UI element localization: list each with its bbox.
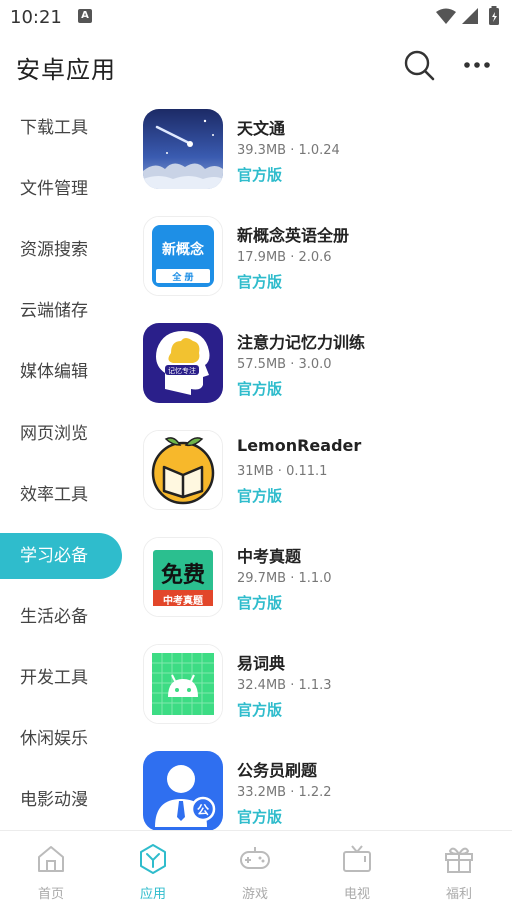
icon-label: 公: [196, 803, 209, 817]
app-item-zhongkao[interactable]: 免费 中考真题 中考真题 29.7MB · 1.1.0 官方版: [128, 524, 512, 624]
icon-label: 记忆专注: [168, 367, 196, 375]
app-name: 注意力记忆力训练: [237, 333, 366, 352]
tab-tv[interactable]: 电视: [306, 831, 408, 910]
icon-label: 新概念: [162, 242, 204, 258]
app-size-version: 31MB · 0.11.1: [237, 464, 328, 479]
official-badge: 官方版: [237, 701, 283, 719]
tab-label: 首页: [37, 887, 64, 902]
category-download-tools[interactable]: 下载工具: [0, 105, 122, 151]
tab-apps-selected[interactable]: 应用: [102, 831, 204, 910]
app-name: 易词典: [237, 654, 286, 673]
category-file-manager[interactable]: 文件管理: [0, 166, 122, 212]
category-resource-search[interactable]: 资源搜索: [0, 227, 122, 273]
category-productivity[interactable]: 效率工具: [0, 472, 122, 518]
official-badge: 官方版: [237, 594, 283, 612]
app-size-version: 33.2MB · 1.2.2: [237, 785, 332, 800]
tab-games[interactable]: 游戏: [204, 831, 306, 910]
app-item-tianwentong[interactable]: 天文通 39.3MB · 1.0.24 官方版: [128, 96, 512, 196]
category-life-essentials[interactable]: 生活必备: [0, 594, 122, 640]
free-exam-icon: 免费 中考真题: [143, 537, 223, 617]
icon-sublabel: 全 册: [172, 273, 194, 283]
official-badge: 官方版: [237, 273, 283, 291]
app-name: 中考真题: [237, 547, 302, 566]
android-grid-icon: [143, 644, 223, 724]
app-name: 新概念英语全册: [237, 226, 350, 245]
tab-label: 福利: [445, 887, 472, 902]
category-leisure[interactable]: 休闲娱乐: [0, 716, 122, 762]
app-name: LemonReader: [237, 436, 362, 455]
lemon-book-icon: [143, 430, 223, 510]
tab-label: 应用: [139, 887, 166, 902]
app-item-attention-memory[interactable]: 记忆专注 注意力记忆力训练 57.5MB · 3.0.0 官方版: [128, 310, 512, 410]
category-dev-tools[interactable]: 开发工具: [0, 655, 122, 701]
icon-sublabel: 中考真题: [163, 596, 203, 607]
signal-icon: [462, 8, 478, 24]
civil-servant-icon: 公: [143, 751, 223, 830]
app-size-version: 32.4MB · 1.1.3: [237, 678, 332, 693]
brain-head-icon: 记忆专注: [143, 323, 223, 403]
app-item-civil-servant[interactable]: 公 公务员刷题 33.2MB · 1.2.2 官方版: [128, 738, 512, 830]
app-item-lemonreader[interactable]: LemonReader 31MB · 0.11.1 官方版: [128, 417, 512, 517]
category-learning-selected[interactable]: 学习必备: [0, 533, 122, 579]
app-item-yicidian[interactable]: 易词典 32.4MB · 1.1.3 官方版: [128, 631, 512, 731]
accessibility-icon: A: [78, 9, 92, 23]
app-size-version: 57.5MB · 3.0.0: [237, 357, 332, 372]
category-movies-anime[interactable]: 电影动漫: [0, 777, 122, 823]
official-badge: 官方版: [237, 487, 283, 505]
category-media-editing[interactable]: 媒体编辑: [0, 349, 122, 395]
tv-icon: [343, 845, 371, 872]
official-badge: 官方版: [237, 166, 283, 184]
app-header: 安卓应用: [0, 36, 512, 96]
home-icon: [38, 846, 64, 872]
apps-hexagon-icon: [140, 844, 166, 874]
system-status-icons: [436, 6, 499, 25]
official-badge: 官方版: [237, 808, 283, 826]
search-icon[interactable]: [402, 48, 436, 82]
night-sky-icon: [143, 109, 223, 189]
tab-home[interactable]: 首页: [0, 831, 102, 910]
tab-benefits[interactable]: 福利: [408, 831, 510, 910]
status-time: 10:21: [10, 7, 62, 28]
gift-icon: [445, 847, 473, 873]
more-options-icon[interactable]: [460, 52, 494, 78]
app-size-version: 39.3MB · 1.0.24: [237, 143, 340, 158]
app-size-version: 17.9MB · 2.0.6: [237, 250, 332, 265]
official-badge: 官方版: [237, 380, 283, 398]
app-name: 天文通: [237, 119, 286, 138]
icon-label: 免费: [160, 562, 205, 588]
app-list: 天文通 39.3MB · 1.0.24 官方版 新概念 全 册 新概念英语全册 …: [128, 96, 512, 830]
category-sidebar: 下载工具 文件管理 资源搜索 云端储存 媒体编辑 网页浏览 效率工具 学习必备 …: [0, 96, 128, 830]
app-size-version: 29.7MB · 1.1.0: [237, 571, 332, 586]
xingainian-book-icon: 新概念 全 册: [143, 216, 223, 296]
status-bar: 10:21 A: [0, 0, 512, 36]
category-web-browsing[interactable]: 网页浏览: [0, 411, 122, 457]
page-title: 安卓应用: [16, 56, 116, 84]
wifi-icon: [436, 8, 456, 24]
bottom-navigation: 首页 应用 游戏 电视 福利: [0, 830, 512, 910]
category-cloud-storage[interactable]: 云端储存: [0, 288, 122, 334]
app-name: 公务员刷题: [237, 761, 318, 780]
tab-label: 电视: [343, 887, 370, 902]
gamepad-icon: [240, 847, 270, 869]
app-item-new-concept-english[interactable]: 新概念 全 册 新概念英语全册 17.9MB · 2.0.6 官方版: [128, 203, 512, 303]
tab-label: 游戏: [241, 887, 268, 902]
